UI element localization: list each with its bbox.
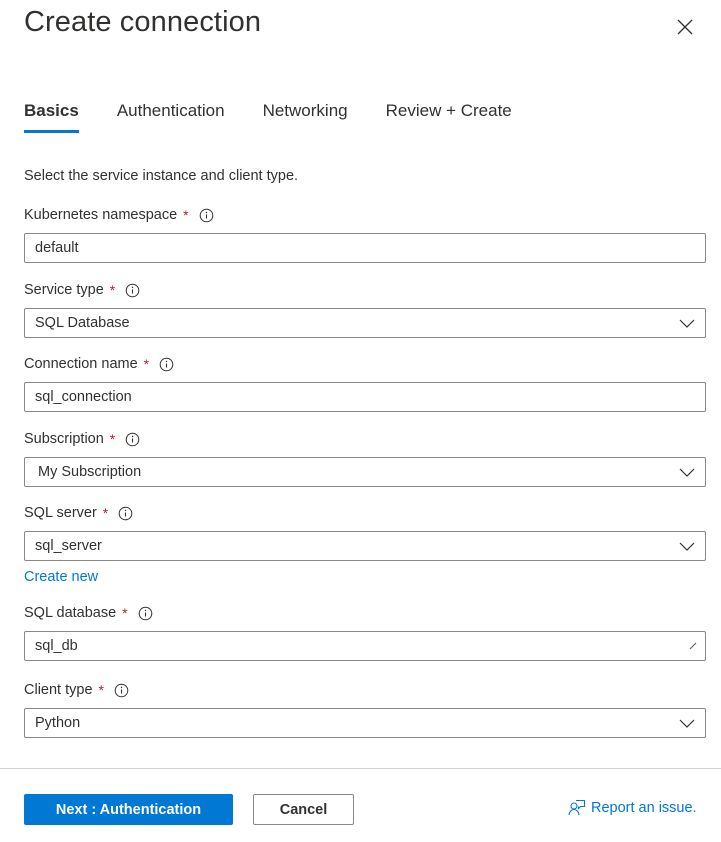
chevron-down-icon [679,719,695,728]
chevron-down-icon [679,542,695,551]
service-type-value: SQL Database [35,315,130,331]
report-issue-link[interactable]: Report an issue. [568,799,697,817]
sql-database-label: SQL database [24,605,117,621]
namespace-field: Kubernetes namespace * default [24,205,706,263]
sql-database-field: SQL database * sql_db [24,603,706,661]
sql-database-value: sql_db [35,638,78,654]
info-icon[interactable] [118,506,133,521]
required-asterisk: * [143,356,150,372]
footer-divider [0,768,721,769]
required-asterisk: * [183,207,189,223]
sql-database-input[interactable]: sql_db [24,631,706,661]
subscription-field: Subscription * My Subscription [24,429,706,487]
sql-server-value: sql_server [35,538,102,554]
next-authentication-button[interactable]: Next : Authentication [24,794,233,825]
info-icon[interactable] [125,283,140,298]
tab-bar: Basics Authentication Networking Review … [24,101,550,133]
tab-review-create[interactable]: Review + Create [386,101,512,133]
close-icon [677,19,693,35]
create-new-link[interactable]: Create new [24,569,706,585]
client-type-label: Client type [24,682,93,698]
connection-name-field: Connection name * sql_connection [24,354,706,412]
client-type-dropdown[interactable]: Python [24,708,706,738]
chevron-down-icon [679,468,695,477]
sql-server-label: SQL server [24,505,97,521]
intro-text: Select the service instance and client t… [24,168,299,184]
service-type-dropdown[interactable]: SQL Database [24,308,706,338]
info-icon[interactable] [138,606,153,621]
namespace-label: Kubernetes namespace [24,207,178,223]
namespace-input[interactable]: default [24,233,706,263]
required-asterisk: * [109,282,116,298]
info-icon[interactable] [125,432,140,447]
info-icon[interactable] [199,208,214,223]
connection-name-label: Connection name [24,356,138,372]
namespace-value: default [35,240,79,256]
info-icon[interactable] [159,357,174,372]
resize-grip-icon[interactable] [689,642,697,650]
close-button[interactable] [672,14,698,40]
connection-name-value: sql_connection [35,389,132,405]
feedback-person-icon [568,799,586,816]
chevron-down-icon [679,319,695,328]
sql-server-dropdown[interactable]: sql_server [24,531,706,561]
required-asterisk: * [109,431,116,447]
info-icon[interactable] [114,683,129,698]
subscription-dropdown[interactable]: My Subscription [24,457,706,487]
subscription-value: My Subscription [38,464,142,480]
tab-basics[interactable]: Basics [24,101,79,133]
required-asterisk: * [122,605,128,621]
required-asterisk: * [98,682,104,698]
report-issue-label: Report an issue. [591,800,697,816]
client-type-value: Python [35,715,81,731]
required-asterisk: * [102,505,109,521]
tab-networking[interactable]: Networking [263,101,348,133]
service-type-label: Service type [24,282,104,298]
connection-name-input[interactable]: sql_connection [24,382,706,412]
client-type-field: Client type * Python [24,680,706,738]
sql-server-field: SQL server * sql_server Create new [24,503,706,585]
cancel-button[interactable]: Cancel [253,794,354,825]
subscription-label: Subscription [24,431,104,447]
service-type-field: Service type * SQL Database [24,280,706,338]
page-title: Create connection [24,6,262,38]
tab-authentication[interactable]: Authentication [117,101,225,133]
